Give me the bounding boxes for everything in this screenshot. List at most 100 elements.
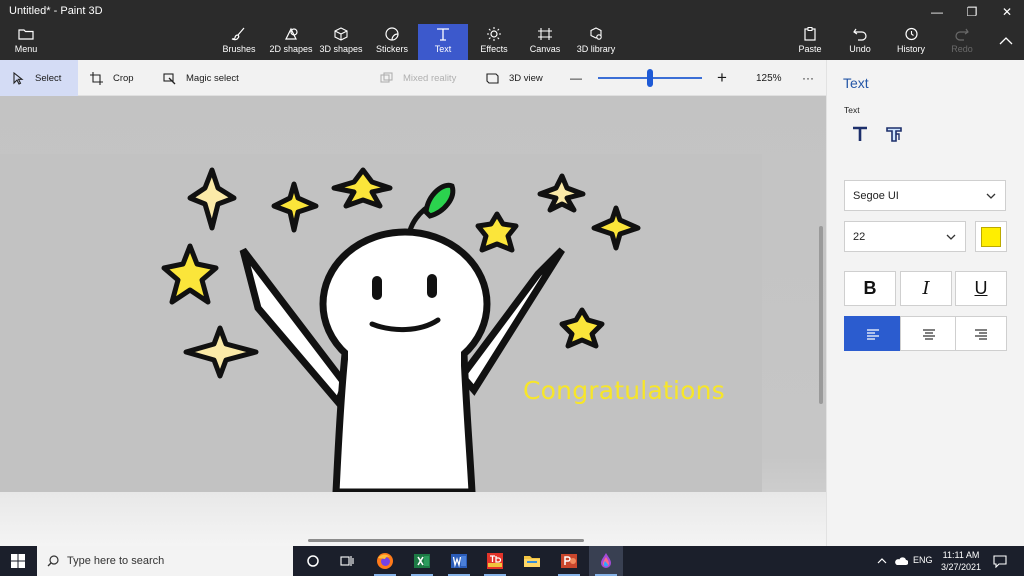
language-indicator[interactable]: ENG <box>913 555 933 565</box>
undo-button[interactable]: Undo <box>846 24 874 60</box>
tool-effects[interactable]: Effects <box>476 24 512 60</box>
align-right-icon <box>975 328 987 340</box>
word-icon <box>451 554 467 568</box>
undo-icon <box>853 28 867 41</box>
left-eye <box>372 276 382 300</box>
paste-label: Paste <box>798 44 822 54</box>
star-shape <box>559 307 605 349</box>
search-icon <box>47 555 59 567</box>
clock[interactable]: 11:11 AM 3/27/2021 <box>936 549 986 573</box>
crop-icon <box>90 71 103 85</box>
select-button[interactable]: Select <box>0 60 78 96</box>
taskbar-app-paint-3d[interactable] <box>589 546 623 576</box>
right-eye <box>427 274 437 298</box>
taskbar-app-excel[interactable] <box>405 546 439 576</box>
text-color-button[interactable] <box>975 221 1007 252</box>
mixed-reality-button[interactable]: Mixed reality <box>380 60 456 96</box>
redo-icon <box>955 28 969 41</box>
font-family-value: Segoe UI <box>853 189 899 202</box>
star-shape <box>183 325 259 379</box>
history-label: History <box>896 44 925 54</box>
search-placeholder: Type here to search <box>67 555 165 567</box>
canvas-text-object[interactable]: Congratulations <box>523 376 725 405</box>
tool-label: Stickers <box>375 44 408 54</box>
horizontal-scrollbar[interactable] <box>308 539 584 542</box>
cortana-button[interactable] <box>296 546 330 576</box>
task-view-button[interactable] <box>330 546 364 576</box>
text-icon <box>437 28 449 41</box>
panel-section-label: Text <box>844 105 860 115</box>
zoom-level[interactable]: 125% <box>756 60 782 96</box>
mixed-reality-label: Mixed reality <box>403 72 457 84</box>
workspace[interactable]: Congratulations <box>0 96 826 546</box>
minimize-button[interactable]: — <box>920 0 954 24</box>
menu-button[interactable]: Menu <box>8 24 44 60</box>
italic-button[interactable]: I <box>900 271 952 306</box>
vertical-scrollbar[interactable] <box>819 226 823 404</box>
star-shape <box>271 181 319 233</box>
3d-text-button[interactable] <box>883 123 905 145</box>
zoom-out-button[interactable]: — <box>570 60 582 96</box>
star-shape <box>537 173 586 213</box>
tool-2d-shapes[interactable]: 2D shapes <box>268 24 314 60</box>
star-shape <box>187 167 237 231</box>
tool-brushes[interactable]: Brushes <box>220 24 258 60</box>
tool-text[interactable]: Text <box>418 24 468 60</box>
start-button[interactable] <box>0 546 36 576</box>
minimize-icon: — <box>931 5 943 19</box>
3d-view-button[interactable]: 3D view <box>486 60 543 96</box>
tool-3d-shapes[interactable]: 3D shapes <box>318 24 364 60</box>
taskbar-app-file-explorer[interactable] <box>515 546 549 576</box>
align-right-button[interactable] <box>955 316 1007 351</box>
align-left-button[interactable] <box>844 316 901 351</box>
align-center-button[interactable] <box>900 316 957 351</box>
redo-button[interactable]: Redo <box>948 24 976 60</box>
zoom-slider-thumb[interactable] <box>647 69 653 87</box>
tool-3d-library[interactable]: 3D library <box>574 24 618 60</box>
text-2d-icon <box>853 126 867 141</box>
panel-title: Text <box>843 75 869 91</box>
folder-icon <box>18 29 34 40</box>
clipboard-icon <box>804 27 816 41</box>
excel-icon <box>414 554 430 568</box>
tool-stickers[interactable]: Stickers <box>372 24 412 60</box>
notification-icon <box>993 554 1007 568</box>
taskbar-app-tp-link[interactable] <box>478 546 512 576</box>
underline-button[interactable]: U <box>955 271 1007 306</box>
taskbar-app-powerpoint[interactable] <box>552 546 586 576</box>
taskbar-app-word[interactable] <box>442 546 476 576</box>
clock-time: 11:11 AM <box>942 550 980 560</box>
magic-select-button[interactable]: Magic select <box>163 60 239 96</box>
more-icon: ··· <box>802 71 814 85</box>
notifications-button[interactable] <box>986 546 1014 576</box>
sun-icon <box>487 27 501 41</box>
maximize-button[interactable]: ❐ <box>955 0 989 24</box>
font-size-dropdown[interactable]: 22 <box>844 221 966 252</box>
paste-button[interactable]: Paste <box>796 24 824 60</box>
tool-label: Text <box>434 44 452 54</box>
text-3d-icon <box>886 127 902 142</box>
clock-date: 3/27/2021 <box>940 562 982 572</box>
plus-icon: + <box>717 68 727 87</box>
collapse-ribbon-button[interactable] <box>994 24 1018 60</box>
bold-button[interactable]: B <box>844 271 896 306</box>
font-family-dropdown[interactable]: Segoe UI <box>844 180 1006 211</box>
taskbar-app-firefox[interactable] <box>368 546 402 576</box>
crop-button[interactable]: Crop <box>90 60 134 96</box>
firefox-icon <box>377 553 393 569</box>
chevron-down-icon <box>946 234 956 240</box>
library-icon <box>590 27 602 40</box>
onedrive-button[interactable] <box>891 546 911 576</box>
chevron-down-icon <box>986 193 996 199</box>
cortana-icon <box>307 555 319 567</box>
2d-text-button[interactable] <box>849 123 871 145</box>
2d-shapes-icon <box>285 27 298 40</box>
history-button[interactable]: History <box>895 24 927 60</box>
close-button[interactable]: ✕ <box>990 0 1024 24</box>
tool-canvas[interactable]: Canvas <box>526 24 564 60</box>
zoom-in-button[interactable]: + <box>717 60 727 96</box>
more-options-button[interactable]: ··· <box>802 60 814 96</box>
chevron-up-icon <box>877 558 887 564</box>
taskbar-search-box[interactable]: Type here to search <box>37 546 293 576</box>
sprout-leaf <box>423 182 456 219</box>
